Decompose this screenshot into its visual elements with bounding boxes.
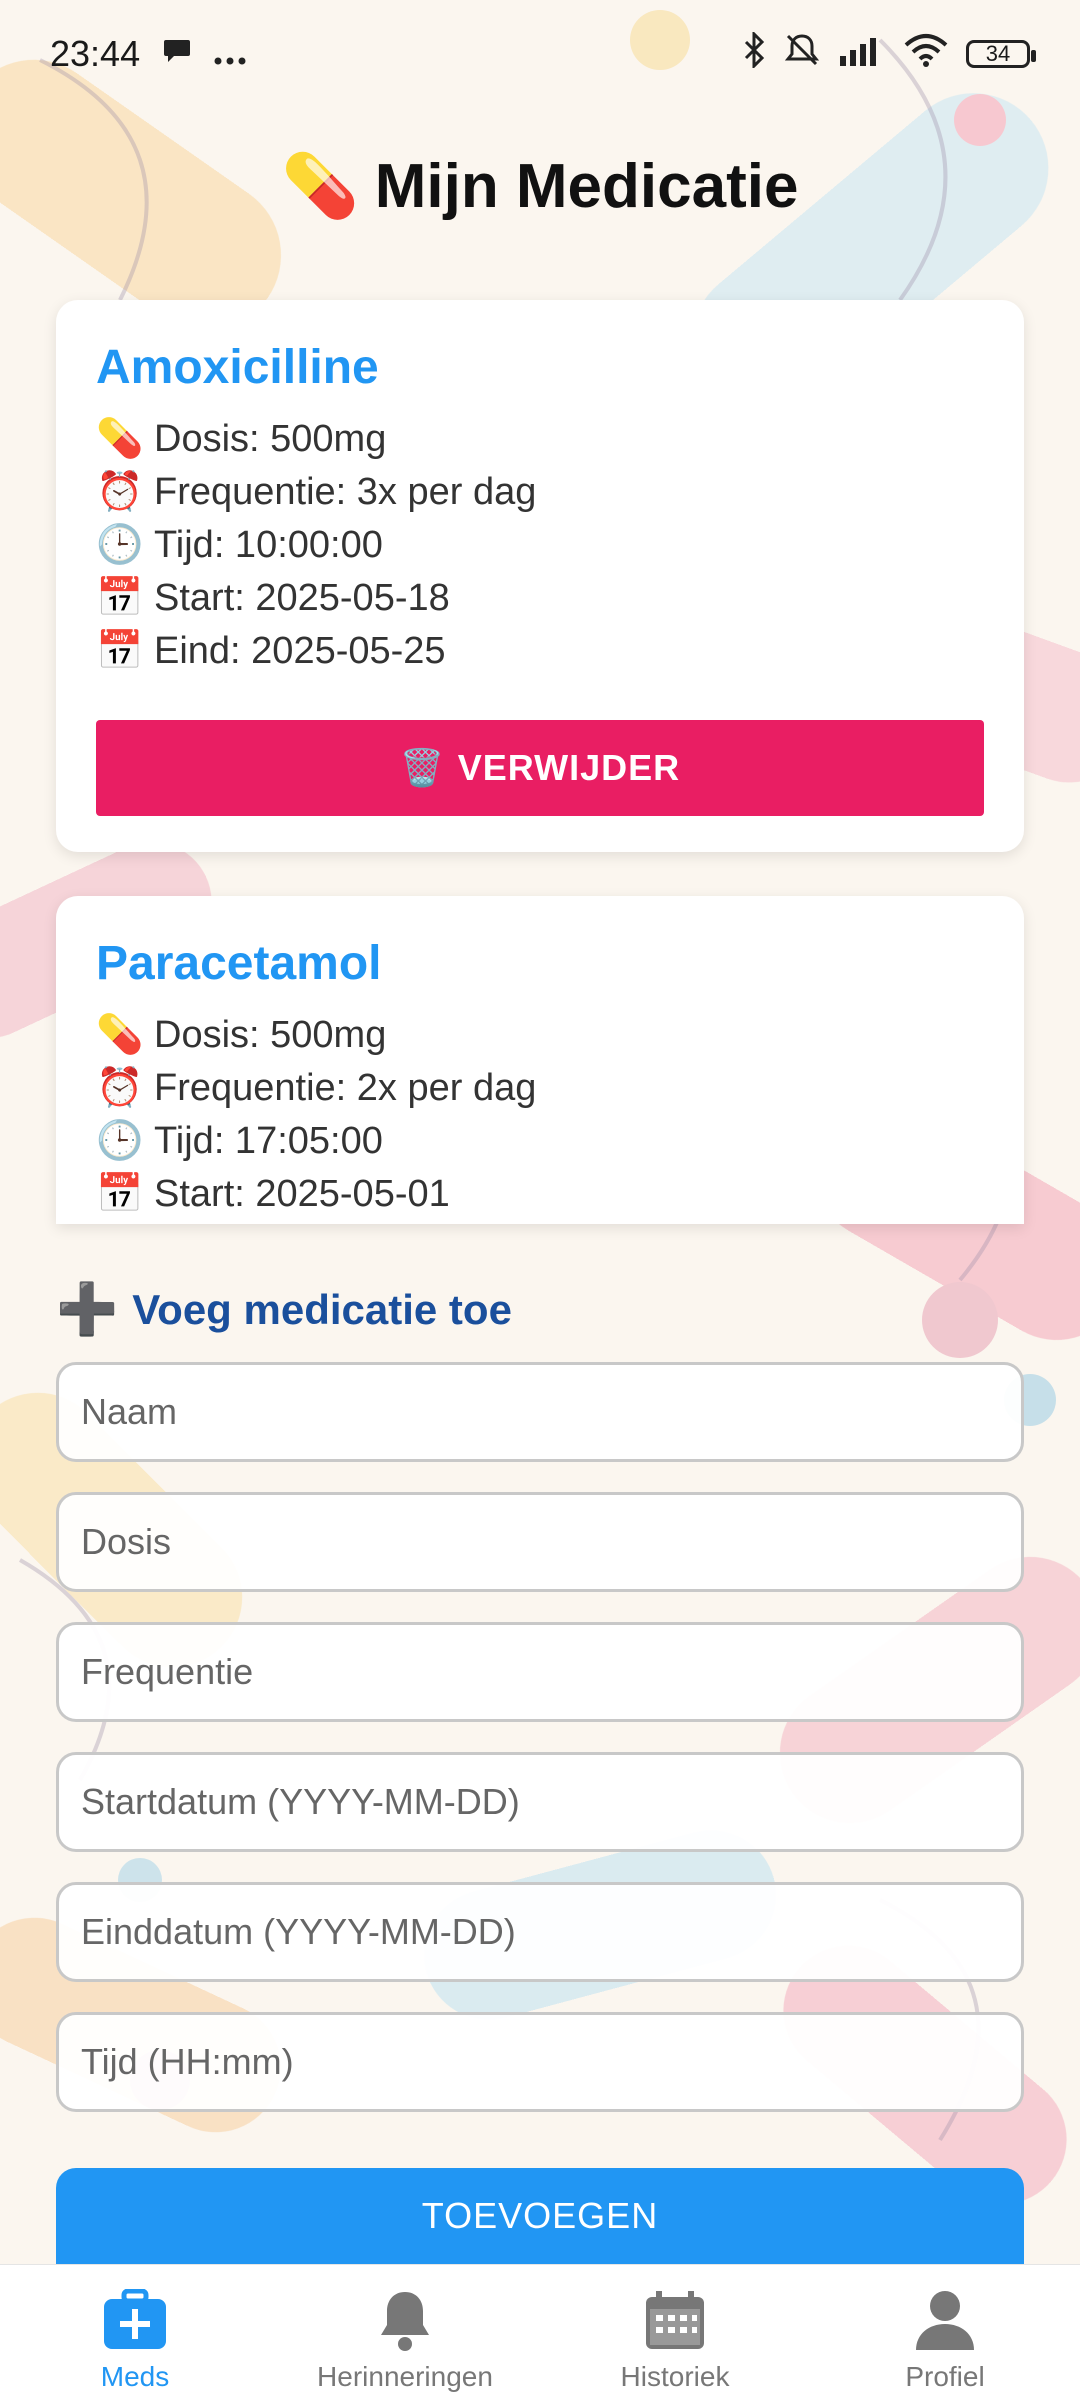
frequency-text: Frequentie: 2x per dag xyxy=(154,1067,537,1109)
end-text: Eind: 2025-05-25 xyxy=(154,630,446,672)
bluetooth-icon xyxy=(742,29,766,77)
start-text: Start: 2025-05-01 xyxy=(154,1173,450,1215)
medication-frequency: ⏰ Frequentie: 3x per dag xyxy=(96,466,984,519)
signal-icon xyxy=(838,33,886,75)
battery-level: 34 xyxy=(985,41,1011,66)
calendar-icon: 📅 xyxy=(96,577,144,619)
medication-end: 📅 Eind: 2025-05-25 xyxy=(96,625,984,678)
nav-item-reminders[interactable]: Herinneringen xyxy=(270,2265,540,2401)
medication-time: 🕒 Tijd: 17:05:00 xyxy=(96,1115,984,1168)
alarm-clock-icon: ⏰ xyxy=(96,1067,144,1109)
calendar-icon xyxy=(640,2285,710,2355)
medication-card: Amoxicilline 💊 Dosis: 500mg ⏰ Frequentie: … xyxy=(56,300,1024,852)
pill-icon: 💊 xyxy=(281,152,359,221)
status-bar: 23:44 34 xyxy=(0,0,1080,108)
pill-icon: 💊 xyxy=(96,418,144,460)
medication-name: Amoxicilline xyxy=(96,341,379,394)
nav-label-profile: Profiel xyxy=(905,2361,985,2392)
nav-item-history[interactable]: Historiek xyxy=(540,2265,810,2401)
nav-label-history: Historiek xyxy=(620,2361,730,2392)
bell-icon xyxy=(370,2285,440,2355)
wifi-icon xyxy=(904,33,948,76)
battery-indicator: 34 xyxy=(966,40,1036,68)
medication-name: Paracetamol xyxy=(96,937,382,990)
medication-start: 📅 Start: 2025-05-01 xyxy=(96,1168,984,1221)
delete-label: VERWIJDER xyxy=(457,747,681,788)
chat-bubble-icon xyxy=(162,33,192,75)
add-button[interactable]: TOEVOEGEN xyxy=(56,2168,1024,2264)
end-date-input[interactable] xyxy=(56,1882,1024,1982)
calendar-icon: 📅 xyxy=(96,1173,144,1215)
pill-icon: 💊 xyxy=(96,1014,144,1056)
page-title: 💊 Mijn Medicatie xyxy=(0,150,1080,223)
alarm-clock-icon: ⏰ xyxy=(96,471,144,513)
delete-button[interactable]: 🗑️ VERWIJDER xyxy=(96,720,984,816)
medication-start: 📅 Start: 2025-05-18 xyxy=(96,572,984,625)
start-date-input[interactable] xyxy=(56,1752,1024,1852)
frequency-text: Frequentie: 3x per dag xyxy=(154,471,537,513)
add-medication-heading: ➕ Voeg medicatie toe xyxy=(56,1280,512,1339)
clock-icon: 🕒 xyxy=(96,524,144,566)
dose-text: Dosis: 500mg xyxy=(154,418,387,460)
nav-item-profile[interactable]: Profiel xyxy=(810,2265,1080,2401)
calendar-icon: 📅 xyxy=(96,630,144,672)
name-input[interactable] xyxy=(56,1362,1024,1462)
dose-input[interactable] xyxy=(56,1492,1024,1592)
time-text: Tijd: 17:05:00 xyxy=(154,1120,383,1162)
frequency-input[interactable] xyxy=(56,1622,1024,1722)
nav-label-meds: Meds xyxy=(100,2361,170,2392)
plus-icon: ➕ xyxy=(56,1281,119,1337)
dose-text: Dosis: 500mg xyxy=(154,1014,387,1056)
time-text: Tijd: 10:00:00 xyxy=(154,524,383,566)
person-icon xyxy=(910,2285,980,2355)
page-title-text: Mijn Medicatie xyxy=(374,152,799,221)
clock-icon: 🕒 xyxy=(96,1120,144,1162)
medkit-icon xyxy=(100,2285,170,2355)
trash-icon: 🗑️ xyxy=(399,747,446,788)
medication-dose: 💊 Dosis: 500mg xyxy=(96,1009,984,1062)
medication-time: 🕒 Tijd: 10:00:00 xyxy=(96,519,984,572)
medication-card: Paracetamol 💊 Dosis: 500mg ⏰ Frequentie: 2… xyxy=(56,896,1024,1224)
time-input[interactable] xyxy=(56,2012,1024,2112)
more-dots-icon xyxy=(214,33,246,75)
bottom-navigation: Meds Herinneringen Historiek Profiel xyxy=(0,2264,1080,2401)
nav-item-meds[interactable]: Meds xyxy=(0,2265,270,2401)
status-time: 23:44 xyxy=(50,33,141,74)
start-text: Start: 2025-05-18 xyxy=(154,577,450,619)
medication-frequency: ⏰ Frequentie: 2x per dag xyxy=(96,1062,984,1115)
add-medication-heading-text: Voeg medicatie toe xyxy=(132,1285,512,1333)
nav-label-reminders: Herinneringen xyxy=(317,2361,493,2392)
bell-muted-icon xyxy=(784,32,820,77)
medication-dose: 💊 Dosis: 500mg xyxy=(96,413,984,466)
